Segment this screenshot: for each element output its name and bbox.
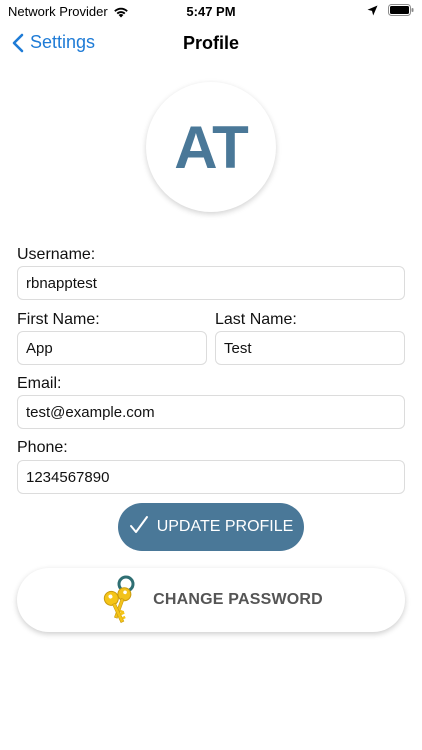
update-profile-label: UPDATE PROFILE xyxy=(156,518,294,535)
email-label: Email: xyxy=(17,375,62,392)
avatar-initials: AT xyxy=(174,113,249,181)
battery-icon xyxy=(388,4,414,16)
first-name-label: First Name: xyxy=(17,311,100,328)
checkmark-icon xyxy=(129,515,149,539)
username-label: Username: xyxy=(17,246,96,263)
email-field[interactable] xyxy=(17,395,405,429)
navigation-bar: Settings Profile xyxy=(0,24,422,64)
change-password-button[interactable]: CHANGE PASSWORD xyxy=(17,568,405,632)
last-name-label: Last Name: xyxy=(215,311,297,328)
phone-field[interactable] xyxy=(17,460,405,494)
avatar[interactable]: AT xyxy=(146,82,276,212)
location-arrow-icon xyxy=(367,5,378,15)
status-right-group xyxy=(367,4,414,16)
last-name-field[interactable] xyxy=(215,331,405,365)
phone-label: Phone: xyxy=(17,439,68,456)
status-bar: Network Provider 5:47 PM xyxy=(0,0,422,24)
keys-icon xyxy=(103,575,135,623)
page-title: Profile xyxy=(182,33,239,53)
change-password-label: CHANGE PASSWORD xyxy=(153,591,323,608)
username-field[interactable] xyxy=(17,266,405,300)
first-name-field[interactable] xyxy=(17,331,207,365)
update-profile-button[interactable]: UPDATE PROFILE xyxy=(118,503,304,551)
status-time: 5:47 PM xyxy=(186,4,236,19)
